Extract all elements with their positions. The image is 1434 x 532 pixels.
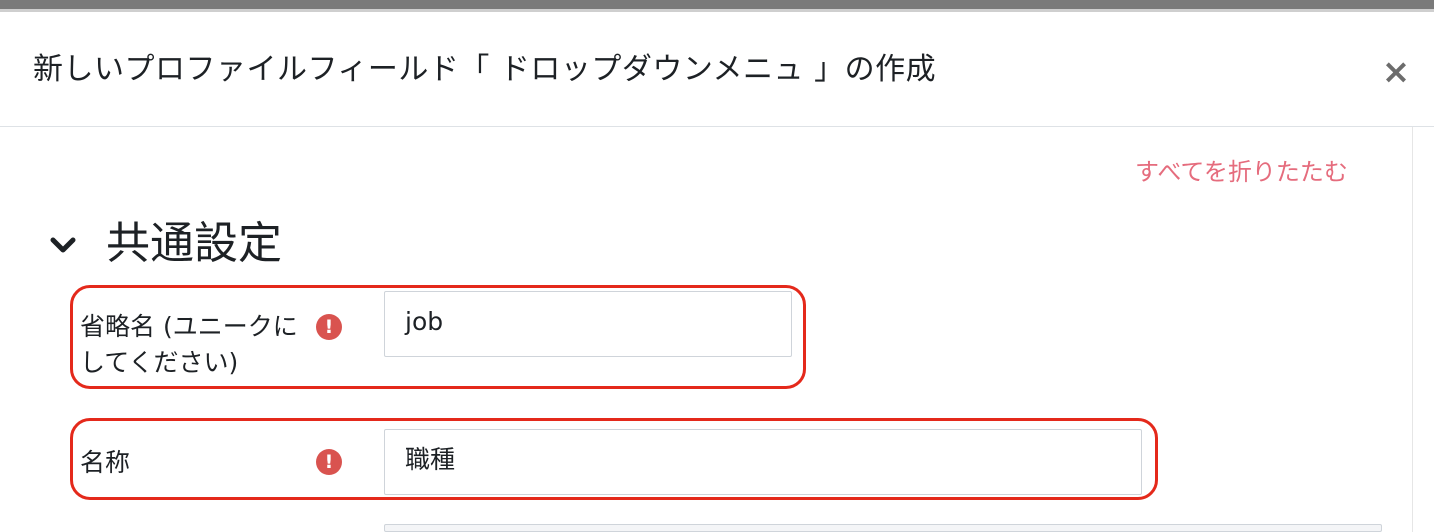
name-input[interactable]: 職種 <box>384 429 1142 495</box>
collapse-all-link[interactable]: すべてを折りたたむ <box>1135 156 1348 188</box>
shortname-input[interactable]: job <box>384 291 792 357</box>
exclamation-circle-icon: ! <box>316 449 342 475</box>
next-field-input[interactable] <box>384 524 1382 532</box>
modal-header: 新しいプロファイルフィールド「 ドロップダウンメニュ 」の作成 × <box>0 12 1434 127</box>
exclamation-circle-icon: ! <box>316 314 342 340</box>
modal-title: 新しいプロファイルフィールド「 ドロップダウンメニュ 」の作成 <box>33 52 937 87</box>
modal-dialog: 新しいプロファイルフィールド「 ドロップダウンメニュ 」の作成 × すべてを折り… <box>0 12 1434 532</box>
chevron-down-icon[interactable] <box>48 230 78 260</box>
scrollbar[interactable] <box>1412 127 1434 532</box>
section-title-general[interactable]: 共通設定 <box>106 214 282 274</box>
shortname-label-line2: してください) <box>80 348 239 377</box>
shortname-label-line1: 省略名 (ユニークに <box>80 312 298 341</box>
close-icon[interactable]: × <box>1380 55 1412 89</box>
name-label: 名称 <box>80 448 131 477</box>
